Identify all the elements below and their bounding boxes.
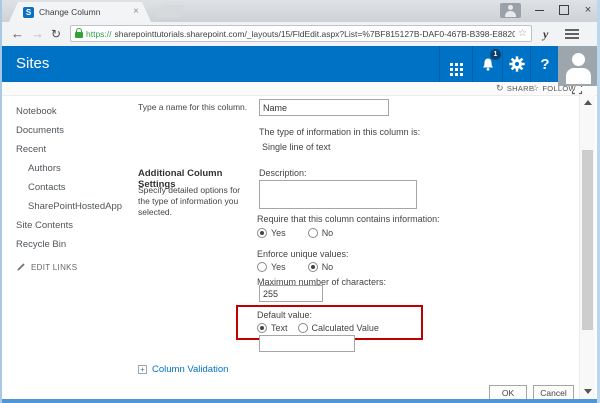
url-text: sharepointtutorials.sharepoint.com/_layo… — [115, 29, 516, 39]
browser-titlebar: S Change Column × × — [2, 0, 597, 22]
new-tab-button[interactable] — [156, 5, 184, 18]
forward-icon[interactable]: → — [31, 25, 44, 43]
gear-icon — [508, 55, 526, 73]
page-content: Notebook Documents Recent Authors Contac… — [2, 95, 597, 399]
back-icon[interactable]: ← — [11, 25, 24, 43]
browser-profile-button[interactable] — [500, 3, 521, 18]
enforce-yes-label: Yes — [271, 262, 286, 272]
sidebar-item-recent[interactable]: Recent — [16, 140, 132, 159]
additional-settings-description: Specify detailed options for the type of… — [138, 185, 250, 218]
column-validation-toggle[interactable]: + Column Validation — [138, 364, 228, 375]
tab-title: Change Column — [39, 7, 133, 17]
max-chars-input[interactable] — [259, 285, 323, 302]
type-info-value: Single line of text — [262, 142, 331, 152]
require-yes-radio[interactable] — [257, 228, 267, 238]
sharepoint-favicon-icon: S — [23, 7, 34, 18]
sidebar-item-documents[interactable]: Documents — [16, 121, 132, 140]
share-icon: ↻ — [496, 83, 504, 94]
enforce-unique-label: Enforce unique values: — [257, 249, 349, 259]
default-calculated-label: Calculated Value — [312, 323, 379, 333]
scroll-down-icon[interactable] — [584, 389, 592, 394]
default-text-radio[interactable] — [257, 323, 267, 333]
expand-plus-icon: + — [138, 365, 147, 374]
enforce-radio-group: Yes No — [257, 262, 333, 272]
require-label: Require that this column contains inform… — [257, 214, 440, 224]
require-no-radio[interactable] — [308, 228, 318, 238]
enforce-yes-radio[interactable] — [257, 262, 267, 272]
default-value-input[interactable] — [259, 335, 355, 352]
browser-tab[interactable]: S Change Column × — [9, 2, 151, 22]
default-text-label: Text — [271, 323, 288, 333]
settings-button[interactable] — [502, 46, 531, 82]
reload-icon[interactable]: ↻ — [51, 25, 61, 43]
menu-hamburger-icon[interactable] — [565, 33, 579, 35]
sidebar-item-authors[interactable]: Authors — [16, 159, 132, 178]
default-type-radio-group: Text Calculated Value — [257, 323, 379, 333]
question-icon: ? — [540, 56, 549, 73]
sidebar-item-notebook[interactable]: Notebook — [16, 102, 132, 121]
notifications-button[interactable]: 1 — [472, 46, 503, 82]
browser-toolbar: ← → ↻ https:// sharepointtutorials.share… — [2, 22, 597, 46]
extension-icon[interactable]: y — [543, 27, 548, 42]
close-icon: × — [585, 4, 591, 16]
bookmark-star-icon[interactable]: ☆ — [518, 28, 527, 39]
minimize-icon — [535, 10, 544, 11]
window-bottom-border — [2, 399, 597, 403]
require-radio-group: Yes No — [257, 228, 333, 238]
waffle-icon — [450, 63, 453, 66]
column-name-input[interactable] — [259, 99, 389, 116]
default-calculated-radio[interactable] — [298, 323, 308, 333]
sidebar-item-contacts[interactable]: Contacts — [16, 178, 132, 197]
share-button[interactable]: ↻ SHARE — [496, 82, 534, 95]
type-info-label: The type of information in this column i… — [259, 127, 420, 137]
description-textarea[interactable] — [259, 180, 417, 209]
close-button[interactable]: × — [578, 0, 598, 20]
sidebar-item-recycle-bin[interactable]: Recycle Bin — [16, 235, 132, 254]
column-validation-link[interactable]: Column Validation — [152, 364, 228, 375]
edit-links-button[interactable]: EDIT LINKS — [16, 262, 132, 272]
address-bar[interactable]: https:// sharepointtutorials.sharepoint.… — [70, 25, 532, 42]
browser-window: S Change Column × × ← → ↻ https:// share… — [0, 0, 600, 403]
profile-icon — [508, 5, 513, 10]
site-title[interactable]: Sites — [16, 46, 49, 82]
name-section-label: Type a name for this column. — [138, 102, 256, 113]
edit-links-label: EDIT LINKS — [31, 263, 77, 272]
enforce-no-radio[interactable] — [308, 262, 318, 272]
vertical-scrollbar[interactable] — [579, 95, 595, 399]
sidebar-item-sharepointhostedapp[interactable]: SharePointHostedApp — [16, 197, 132, 216]
app-launcher-button[interactable] — [439, 46, 473, 82]
scroll-up-icon[interactable] — [584, 100, 592, 105]
pencil-icon — [16, 262, 26, 272]
minimize-button[interactable] — [529, 0, 549, 20]
help-button[interactable]: ? — [530, 46, 559, 82]
avatar-person-icon — [572, 53, 585, 66]
tab-close-icon[interactable]: × — [133, 7, 139, 17]
sidebar-item-site-contents[interactable]: Site Contents — [16, 216, 132, 235]
require-no-label: No — [322, 228, 334, 238]
secure-lock-icon[interactable] — [75, 32, 83, 38]
require-yes-label: Yes — [271, 228, 286, 238]
maximize-button[interactable] — [554, 0, 574, 20]
profile-icon-body — [505, 11, 516, 17]
description-label: Description: — [259, 168, 307, 178]
user-avatar[interactable] — [558, 46, 599, 86]
default-value-label: Default value: — [257, 310, 312, 320]
notification-badge: 1 — [490, 49, 501, 60]
enforce-no-label: No — [322, 262, 334, 272]
follow-star-icon: ☆ — [531, 83, 539, 94]
page-actions-bar: ↻ SHARE ☆ FOLLOW — [2, 82, 597, 95]
scrollbar-thumb[interactable] — [582, 150, 593, 330]
url-scheme: https:// — [86, 29, 112, 39]
maximize-icon — [559, 5, 569, 15]
quick-launch-nav: Notebook Documents Recent Authors Contac… — [16, 102, 132, 272]
suite-bar: Sites 1 ? — [2, 46, 597, 82]
avatar-person-body — [566, 68, 591, 84]
